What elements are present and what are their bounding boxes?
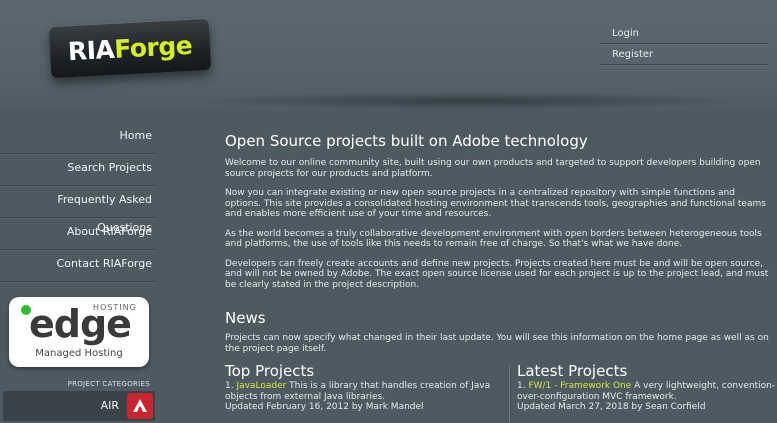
project-link-fw1[interactable]: FW/1 - Framework One	[528, 381, 631, 391]
project-link-javaloader[interactable]: JavaLoader	[236, 381, 286, 391]
category-label: AIR	[100, 399, 119, 412]
news-text: Projects can now specify what changed in…	[225, 333, 769, 354]
column-divider	[509, 366, 510, 423]
list-item: 1. JavaLoader This is a library that han…	[225, 381, 500, 402]
sidebar-item-search-projects[interactable]: Search Projects	[0, 154, 156, 186]
logo-ria: RIA	[67, 34, 116, 66]
intro-paragraph: Welcome to our online community site, bu…	[225, 158, 761, 179]
account-links: Login Register	[600, 24, 768, 66]
latest-projects-heading: Latest Projects	[517, 362, 628, 380]
project-categories-title: PROJECT CATEGORIES	[67, 380, 150, 388]
edge-managed-label: Managed Hosting	[35, 348, 123, 359]
latest-projects-section: Latest Projects 1. FW/1 - Framework One …	[517, 362, 777, 413]
news-heading: News	[225, 309, 266, 327]
list-item: 1. FW/1 - Framework One A very lightweig…	[517, 381, 777, 402]
logo-forge: Forge	[113, 30, 193, 64]
edge-wordmark: edge	[29, 302, 132, 346]
page-title: Open Source projects built on Adobe tech…	[225, 132, 588, 150]
sidebar-item-faq[interactable]: Frequently Asked Questions	[0, 186, 156, 234]
project-updated: Updated March 27, 2018 by Sean Corfield	[517, 402, 706, 412]
intro-paragraph: As the world becomes a truly collaborati…	[225, 228, 762, 250]
main-content: Open Source projects built on Adobe tech…	[225, 132, 770, 299]
category-item-air[interactable]: AIR	[3, 391, 155, 421]
sidebar-item-home[interactable]: Home	[0, 122, 156, 154]
list-number: 1.	[225, 381, 234, 391]
top-projects-section: Top Projects 1. JavaLoader This is a lib…	[225, 362, 500, 413]
login-link[interactable]: Login	[600, 24, 768, 44]
sidebar-item-about[interactable]: About RIAForge	[0, 218, 156, 250]
list-number: 1.	[517, 381, 526, 391]
edge-hosting-ad[interactable]: HOSTING edge Managed Hosting	[9, 297, 149, 367]
header-shadow	[190, 92, 750, 110]
project-updated: Updated February 16, 2012 by Mark Mandel	[225, 402, 424, 412]
logo-text: RIAForge	[67, 30, 193, 65]
intro-paragraph: Now you can integrate existing or new op…	[225, 188, 766, 219]
riaforge-logo[interactable]: RIAForge	[48, 17, 212, 79]
intro-paragraph: Developers can freely create accounts an…	[225, 258, 769, 290]
register-link[interactable]: Register	[600, 45, 768, 65]
sidebar-nav: Home Search Projects Frequently Asked Qu…	[0, 122, 160, 282]
adobe-air-icon	[127, 393, 153, 419]
sidebar-item-contact[interactable]: Contact RIAForge	[0, 250, 156, 282]
header: RIAForge Login Register	[0, 0, 777, 110]
top-projects-heading: Top Projects	[225, 362, 315, 380]
